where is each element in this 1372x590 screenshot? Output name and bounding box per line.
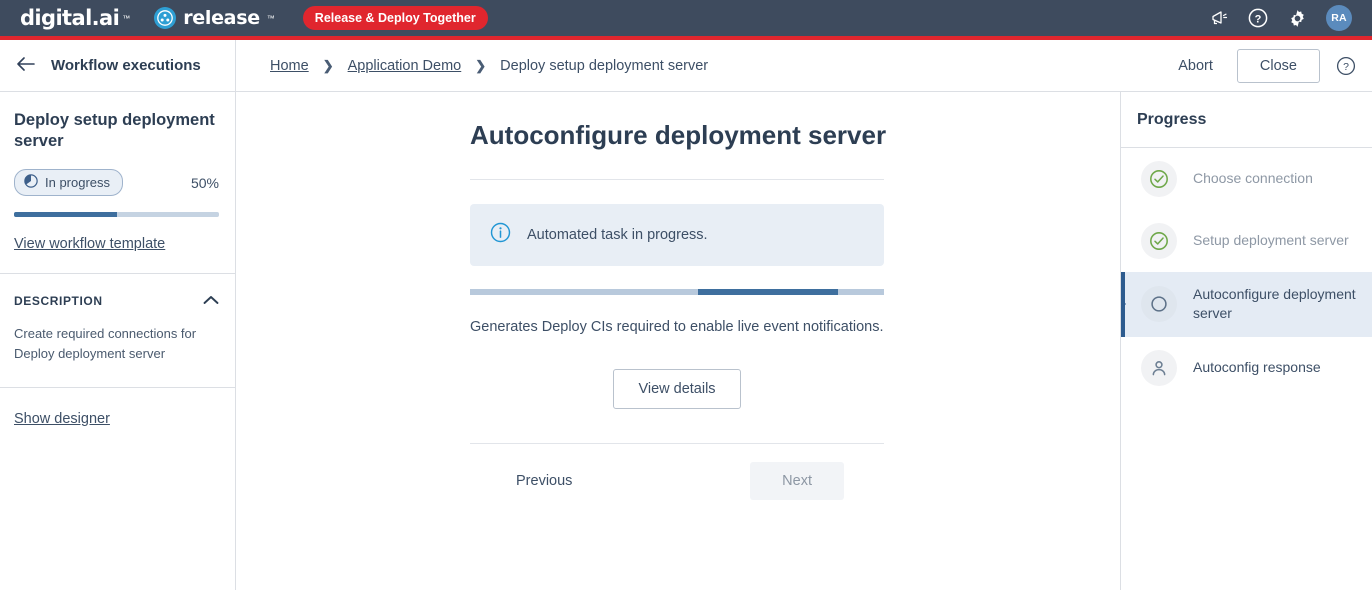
left-sidebar: Deploy setup deployment server In progre… — [0, 92, 236, 590]
description-text: Create required connections for Deploy d… — [14, 326, 197, 362]
view-details-button[interactable]: View details — [613, 369, 741, 409]
indeterminate-progress-segment — [697, 289, 839, 295]
progress-step-label: Choose connection — [1193, 170, 1313, 187]
breadcrumb-item-application-demo[interactable]: Application Demo — [348, 58, 462, 74]
gear-icon[interactable] — [1287, 8, 1307, 28]
indeterminate-progress-bar — [470, 289, 884, 295]
check-circle-icon — [1141, 161, 1177, 197]
progress-step-autoconfig-response[interactable]: Autoconfig response — [1121, 337, 1372, 399]
progress-sidebar-title: Progress — [1137, 110, 1207, 128]
description-label: DESCRIPTION — [14, 294, 103, 309]
task-summary-section: Deploy setup deployment server In progre… — [0, 92, 235, 275]
page-title: Autoconfigure deployment server — [470, 120, 887, 150]
description-section: DESCRIPTION Create required connections … — [0, 274, 235, 388]
progress-sidebar-header: Progress — [1121, 92, 1372, 148]
breadcrumb: Home ❯ Application Demo ❯ Deploy setup d… — [236, 58, 708, 74]
clock-pie-icon — [24, 174, 38, 191]
page-section-title: Workflow executions — [51, 57, 201, 74]
check-circle-icon — [1141, 223, 1177, 259]
progress-bar — [14, 212, 219, 218]
main-content: Autoconfigure deployment server Automate… — [236, 92, 1120, 590]
progress-step-label: Setup deployment server — [1193, 232, 1349, 249]
main-layout: Deploy setup deployment server In progre… — [0, 92, 1372, 590]
top-navigation-actions: ? RA — [1209, 5, 1356, 31]
description-header[interactable]: DESCRIPTION — [14, 292, 219, 310]
status-badge: In progress — [14, 169, 124, 197]
promo-badge[interactable]: Release & Deploy Together — [302, 6, 488, 30]
next-button: Next — [750, 462, 844, 500]
avatar[interactable]: RA — [1326, 5, 1352, 31]
progress-step-label: Autoconfig response — [1193, 358, 1321, 375]
svg-text:?: ? — [1255, 13, 1262, 25]
divider-bottom — [470, 443, 884, 444]
info-alert: Automated task in progress. — [470, 204, 884, 266]
breadcrumb-item-current: Deploy setup deployment server — [500, 57, 709, 74]
top-navigation-bar: digital.ai ™ release ™ Release & Deploy … — [0, 0, 1372, 36]
release-product-name: release — [183, 7, 260, 29]
status-row: In progress 50% — [14, 169, 219, 197]
progress-step-choose-connection[interactable]: Choose connection — [1121, 148, 1372, 210]
user-icon — [1141, 349, 1177, 386]
brand-name: digital.ai — [20, 5, 120, 30]
workflow-header-left: Workflow executions — [0, 40, 236, 91]
task-description: Generates Deploy CIs required to enable … — [470, 319, 884, 335]
progress-step-autoconfigure-deployment-server[interactable]: Autoconfigure deployment server — [1121, 272, 1372, 337]
help-circle-icon[interactable]: ? — [1248, 8, 1268, 28]
wizard-navigation: Previous Next — [470, 462, 884, 500]
divider-top — [470, 179, 884, 180]
progress-bar-fill — [14, 212, 117, 218]
circle-outline-icon — [1141, 286, 1177, 323]
help-circle-icon[interactable]: ? — [1336, 56, 1356, 76]
info-alert-message: Automated task in progress. — [527, 227, 708, 243]
workflow-header-actions: Abort Close ? — [1170, 48, 1372, 83]
chevron-up-icon[interactable] — [203, 292, 219, 310]
info-circle-icon — [490, 222, 511, 248]
previous-button[interactable]: Previous — [510, 462, 578, 500]
view-workflow-template-link[interactable]: View workflow template — [14, 236, 165, 252]
digitalai-logo[interactable]: digital.ai ™ — [20, 5, 131, 30]
release-product-icon — [154, 7, 177, 29]
progress-step-setup-deployment-server[interactable]: Setup deployment server — [1121, 210, 1372, 272]
arrow-left-icon[interactable] — [16, 56, 35, 75]
show-designer-link[interactable]: Show designer — [14, 411, 110, 427]
svg-text:?: ? — [1343, 61, 1349, 73]
abort-button[interactable]: Abort — [1170, 52, 1221, 80]
progress-sidebar: Progress Choose connection Setup deploym… — [1120, 92, 1372, 590]
megaphone-icon[interactable] — [1209, 8, 1229, 28]
status-badge-label: In progress — [45, 175, 111, 191]
progress-percent-label: 50% — [190, 174, 219, 191]
progress-step-label: Autoconfigure deployment server — [1193, 286, 1356, 322]
designer-section: Show designer — [0, 388, 235, 428]
workflow-header-bar: Workflow executions Home ❯ Application D… — [0, 40, 1372, 92]
close-button[interactable]: Close — [1236, 48, 1320, 83]
release-product-logo[interactable]: release ™ — [154, 7, 275, 29]
trademark-mark: ™ — [122, 13, 131, 23]
view-details-row: View details — [470, 369, 884, 409]
breadcrumb-separator-1: ❯ — [322, 57, 334, 73]
breadcrumb-separator-2: ❯ — [475, 57, 487, 73]
breadcrumb-item-home[interactable]: Home — [270, 58, 309, 74]
release-trademark-mark: ™ — [266, 13, 275, 23]
task-panel: Autoconfigure deployment server Automate… — [470, 120, 887, 500]
task-title: Deploy setup deployment server — [14, 111, 215, 151]
